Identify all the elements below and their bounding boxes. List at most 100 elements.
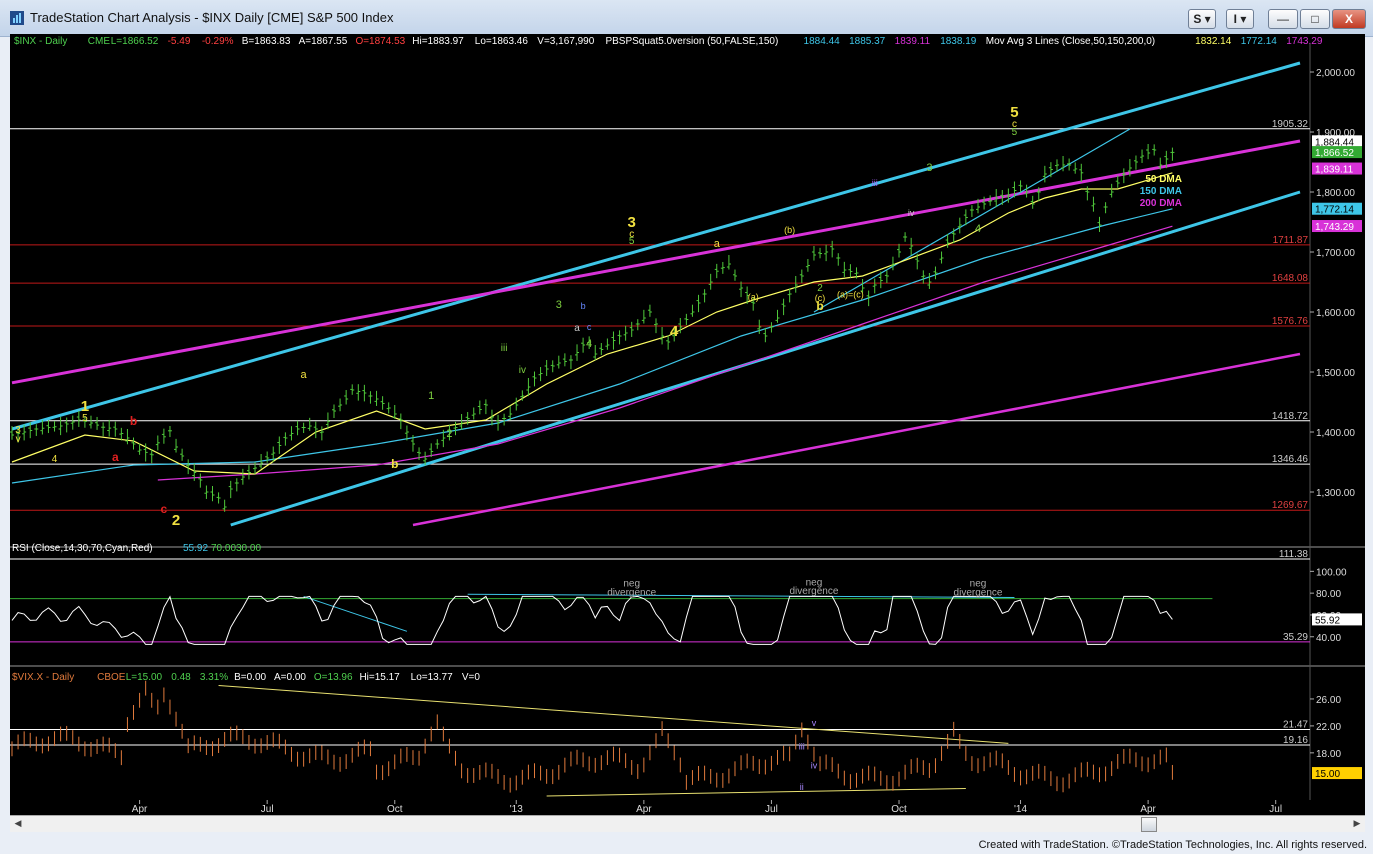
rsi-header-val2: 70.00 (211, 543, 236, 554)
x-tick-label-2: Oct (387, 804, 403, 815)
y-tick-label-2-1: 22.00 (1316, 722, 1341, 733)
wave-label-29: b (816, 299, 823, 313)
vix-wave-label-0: v (812, 718, 817, 728)
x-tick-label-4: Apr (636, 804, 652, 815)
channel-line-2 (11, 139, 1301, 385)
wave-label-4: 4 (52, 454, 58, 465)
wave-label-33: 3 (926, 162, 932, 174)
app-window: TradeStation Chart Analysis - $INX Daily… (0, 0, 1373, 854)
price-header-item-6: A=1867.55 (299, 36, 348, 47)
vix-tag-0: 15.00 (1315, 769, 1340, 780)
hline-label-0-1: 1711.87 (1273, 235, 1309, 246)
scroll-left-arrow-icon[interactable]: ◀ (10, 816, 26, 832)
x-tick-label-8: Apr (1140, 804, 1156, 815)
wave-label-10: b (391, 457, 398, 471)
legend-2: 200 DMA (1140, 198, 1182, 209)
price-header-item-5: B=1863.83 (242, 36, 291, 47)
hline-label-0-5: 1346.46 (1272, 454, 1309, 465)
x-tick-label-5: Jul (765, 804, 778, 815)
price-header-item-2: L=1866.52 (111, 36, 159, 47)
wave-label-11: 1 (428, 390, 434, 402)
hline-label-2-1: 19.16 (1283, 735, 1308, 746)
price-tag-2: 1,839.11 (1315, 165, 1354, 176)
vix-header-item-8: Hi=15.17 (359, 672, 400, 683)
y-tick-label-0-5: 1,500.00 (1316, 368, 1355, 379)
y-tick-label-2-0: 26.00 (1316, 695, 1341, 706)
price-header-item-14: 1839.11 (895, 36, 931, 47)
y-tick-label-0-0: 2,000.00 (1316, 68, 1355, 79)
price-header-item-18: 1772.14 (1241, 36, 1278, 47)
wave-label-32: iv (908, 208, 915, 218)
rsi-line (11, 595, 1173, 645)
price-header-item-4: -0.29% (202, 36, 234, 47)
price-header-item-9: Lo=1863.46 (475, 36, 529, 47)
vix-header-item-7: O=13.96 (314, 672, 353, 683)
vix-header-item-4: 3.31% (200, 672, 228, 683)
price-header-item-17: 1832.14 (1195, 36, 1232, 47)
wave-label-24: a (714, 238, 721, 250)
wave-label-12: 2 (446, 428, 452, 440)
x-tick-label-9: Jul (1269, 804, 1282, 815)
wave-label-25: (a) (748, 292, 759, 302)
wave-label-37: 5 (1012, 127, 1018, 138)
vix-header-item-0: $VIX.X - Daily (12, 672, 74, 683)
price-header-item-0: $INX - Daily (14, 36, 67, 47)
dma200-line (157, 225, 1173, 481)
price-header-item-10: V=3,167,990 (537, 36, 594, 47)
y-tick-label-1-3: 40.00 (1316, 633, 1341, 644)
scroll-thumb[interactable] (1141, 817, 1157, 832)
channel-line-3 (412, 352, 1301, 527)
x-tick-label-0: Apr (132, 804, 148, 815)
status-bar: Created with TradeStation. ©TradeStation… (0, 833, 1373, 854)
wave-label-26: (b) (784, 225, 795, 235)
hline-label-0-6: 1269.67 (1272, 500, 1309, 511)
rsi-trendline-1 (467, 593, 1015, 599)
vix-header-item-5: B=0.00 (234, 672, 266, 683)
credit-text: Created with TradeStation. ©TradeStation… (978, 839, 1367, 851)
horizontal-scrollbar[interactable]: ◀ ▶ (10, 815, 1365, 832)
hline-label-1-1: 35.29 (1283, 632, 1308, 643)
rsi-tag-0: 55.92 (1315, 615, 1340, 626)
wave-label-13: iii (501, 343, 508, 354)
price-header-item-12: 1884.44 (804, 36, 841, 47)
y-tick-label-2-2: 18.00 (1316, 749, 1341, 760)
rsi-header-val1: 55.92 (183, 543, 208, 554)
legend-0: 50 DMA (1145, 174, 1182, 185)
dma50-line (11, 172, 1173, 475)
rsi-header-val3: 30.00 (236, 543, 261, 554)
vix-header-item-1: CBOE (97, 672, 126, 683)
wave-label-7: c (161, 502, 168, 516)
price-header-item-1: CME (88, 36, 111, 47)
wave-label-15: 3 (556, 299, 562, 311)
hline-label-0-4: 1418.72 (1272, 411, 1309, 422)
hline-label-0-2: 1648.08 (1272, 273, 1309, 284)
vix-header-item-9: Lo=13.77 (411, 672, 453, 683)
vix-header-item-10: V=0 (462, 672, 481, 683)
wave-label-19: 4 (586, 338, 592, 350)
vix-header-item-6: A=0.00 (274, 672, 306, 683)
price-header-item-13: 1885.37 (849, 36, 886, 47)
y-tick-label-0-3: 1,700.00 (1316, 248, 1355, 259)
wave-label-14: iv (519, 365, 526, 376)
divergence-label-5: divergence (954, 587, 1003, 598)
vix-trendline-1 (546, 788, 966, 797)
x-tick-label-3: '13 (510, 804, 523, 815)
x-tick-label-1: Jul (261, 804, 274, 815)
price-header-item-15: 1838.19 (940, 36, 977, 47)
price-header-item-11: PBSPSquat5.0version (50,FALSE,150) (605, 36, 778, 47)
price-tag-1: 1,866.52 (1315, 148, 1354, 159)
wave-label-3: v (16, 434, 21, 445)
price-header-item-3: -5.49 (168, 36, 191, 47)
divergence-label-3: divergence (790, 586, 839, 597)
chart-svg: 1905.32 1711.87 1648.08 1576.76 1418.72 1346.… (10, 36, 1365, 815)
hline-label-0-3: 1576.76 (1272, 316, 1309, 327)
wave-label-34: 4 (975, 223, 981, 235)
y-tick-label-0-7: 1,300.00 (1316, 488, 1355, 499)
hline-label-1-0: 111.38 (1279, 549, 1309, 560)
scroll-right-arrow-icon[interactable]: ▶ (1349, 816, 1365, 832)
hline-label-2-0: 21.47 (1283, 719, 1308, 730)
price-header-item-19: 1743.29 (1286, 36, 1323, 47)
vix-header-item-2: L=15.00 (126, 672, 163, 683)
y-tick-label-0-6: 1,400.00 (1316, 428, 1355, 439)
legend-1: 150 DMA (1140, 186, 1182, 197)
